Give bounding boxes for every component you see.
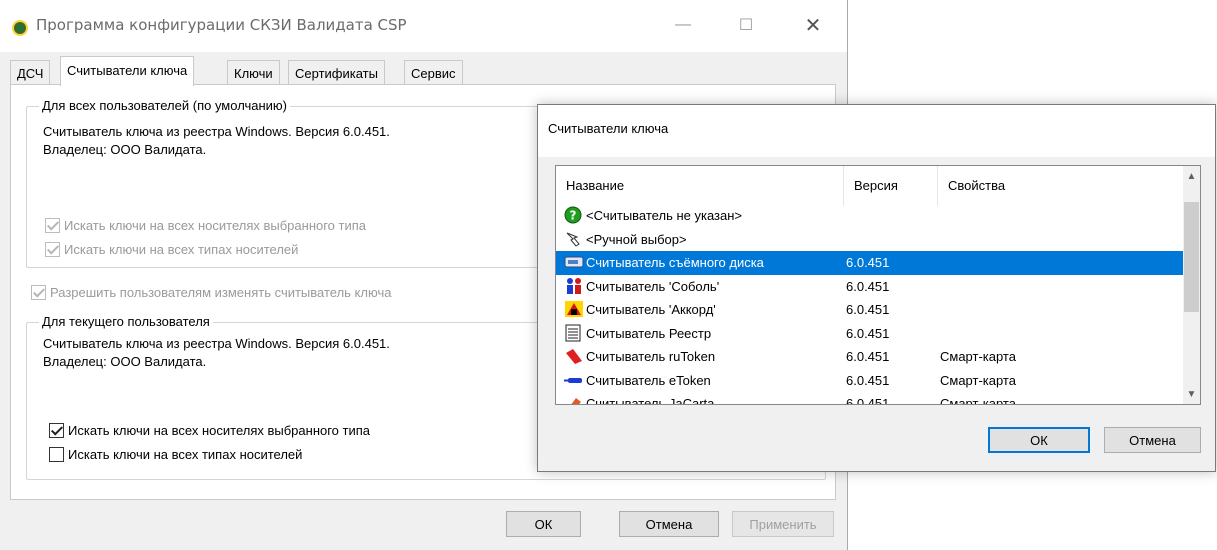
all-users-legend: Для всех пользователей (по умолчанию): [39, 98, 291, 113]
reader-name: Считыватель съёмного диска: [586, 255, 764, 270]
disk-icon: [564, 253, 584, 271]
all-users-owner-line: Владелец: ООО Валидата.: [43, 142, 207, 157]
all-users-search-selected-checkbox[interactable]: Искать ключи на всех носителях выбранног…: [45, 218, 366, 233]
reader-version: 6.0.451: [846, 372, 890, 388]
reader-name: Считыватель JaCarta: [586, 396, 715, 405]
reader-list-item[interactable]: Считыватель 'Соболь' 6.0.451: [556, 275, 1186, 299]
column-header-props[interactable]: Свойства: [938, 166, 1186, 206]
checkbox-box: [49, 423, 64, 438]
dialog-cancel-button[interactable]: Отмена: [1104, 427, 1201, 453]
current-user-search-all-checkbox[interactable]: Искать ключи на всех типах носителей: [49, 447, 302, 462]
reader-list-item[interactable]: Считыватель съёмного диска 6.0.451: [556, 251, 1186, 275]
etoken-icon: [564, 371, 584, 389]
listview-scrollbar[interactable]: ▲ ▼: [1183, 166, 1200, 404]
reader-version: 6.0.451: [846, 325, 890, 341]
jacarta-icon: [564, 394, 584, 404]
listview-rows: ? <Считыватель не указан> <Ручной выбор> Сч…: [556, 204, 1186, 405]
app-shield-icon: [12, 20, 28, 36]
tab-certificates[interactable]: Сертификаты: [288, 60, 385, 85]
reader-version: 6.0.451: [846, 278, 890, 294]
allow-change-reader-checkbox[interactable]: Разрешить пользователям изменять считыва…: [31, 285, 391, 300]
checkbox-box: [45, 242, 60, 257]
current-user-search-selected-checkbox[interactable]: Искать ключи на всех носителях выбранног…: [49, 423, 370, 438]
minimize-icon[interactable]: —: [660, 10, 706, 40]
all-users-reader-line: Считыватель ключа из реестра Windows. Ве…: [43, 124, 390, 139]
reader-properties: Смарт-карта: [940, 396, 1016, 405]
tab-key-readers[interactable]: Считыватели ключа: [60, 56, 195, 86]
current-user-reader-line: Считыватель ключа из реестра Windows. Ве…: [43, 336, 390, 351]
sobol-icon: [564, 277, 584, 295]
checkbox-label: Искать ключи на всех носителях выбранног…: [68, 423, 371, 438]
reader-version: 6.0.451: [846, 302, 890, 317]
reader-list-item[interactable]: Считыватель Реестр 6.0.451: [556, 322, 1186, 346]
svg-text:?: ?: [570, 209, 577, 223]
reader-name: <Ручной выбор>: [586, 231, 687, 247]
reader-version: 6.0.451: [846, 255, 890, 270]
window-title: Программа конфигурации СКЗИ Валидата CSP: [36, 16, 407, 34]
rutoken-icon: [564, 347, 584, 365]
reader-name: Считыватель 'Аккорд': [586, 302, 716, 317]
checkbox-box: [31, 285, 46, 300]
reader-properties: Смарт-карта: [940, 372, 1016, 388]
reader-version: 6.0.451: [846, 396, 890, 405]
scrollbar-thumb[interactable]: [1184, 202, 1199, 312]
hand-pointer-icon: [564, 230, 584, 248]
dialog-ok-button[interactable]: ОК: [988, 427, 1090, 453]
reader-list-item[interactable]: Считыватель JaCarta 6.0.451 Смарт-карта: [556, 392, 1186, 405]
reader-list-item[interactable]: Считыватель eToken 6.0.451 Смарт-карта: [556, 369, 1186, 393]
registry-icon: [564, 324, 584, 342]
reader-name: Считыватель Реестр: [586, 325, 712, 341]
checkbox-box: [45, 218, 60, 233]
reader-name: Считыватель eToken: [586, 372, 711, 388]
current-user-owner-line: Владелец: ООО Валидата.: [43, 354, 207, 369]
reader-name: <Считыватель не указан>: [586, 208, 742, 223]
column-header-name[interactable]: Название: [556, 166, 844, 206]
reader-version: 6.0.451: [846, 349, 890, 364]
current-user-legend: Для текущего пользователя: [39, 314, 213, 329]
checkbox-label: Искать ключи на всех носителях выбранног…: [64, 218, 367, 233]
reader-list-item[interactable]: Считыватель ruToken 6.0.451 Смарт-карта: [556, 345, 1186, 369]
checkbox-label: Искать ключи на всех типах носителей: [68, 447, 303, 462]
tab-service[interactable]: Сервис: [404, 60, 463, 85]
dialog-title: Считыватели ключа: [548, 121, 669, 136]
main-ok-button[interactable]: ОК: [506, 511, 581, 537]
checkbox-box: [49, 447, 64, 462]
key-readers-dialog: Считыватели ключа Название Версия Свойст…: [537, 104, 1216, 472]
main-apply-button[interactable]: Применить: [732, 511, 834, 537]
listview-header: Название Версия Свойства: [556, 166, 1186, 206]
reader-name: Считыватель ruToken: [586, 349, 716, 364]
column-header-version[interactable]: Версия: [844, 166, 938, 206]
reader-list-item[interactable]: <Ручной выбор>: [556, 228, 1186, 252]
dialog-title-bar: Считыватели ключа: [538, 105, 1215, 157]
reader-list-item[interactable]: Считыватель 'Аккорд' 6.0.451: [556, 298, 1186, 322]
reader-list-item[interactable]: ? <Считыватель не указан>: [556, 204, 1186, 228]
readers-listview[interactable]: Название Версия Свойства ? <Считыватель н…: [555, 165, 1201, 405]
reader-name: Считыватель 'Соболь': [586, 278, 720, 294]
accord-icon: [564, 300, 584, 318]
checkbox-label: Искать ключи на всех типах носителей: [64, 242, 299, 257]
title-bar: Программа конфигурации СКЗИ Валидата CSP…: [0, 0, 847, 52]
scroll-up-icon[interactable]: ▲: [1183, 168, 1200, 185]
reader-properties: Смарт-карта: [940, 349, 1016, 364]
tab-keys[interactable]: Ключи: [227, 60, 280, 85]
scroll-down-icon[interactable]: ▼: [1183, 386, 1200, 403]
tab-dsch[interactable]: ДСЧ: [10, 60, 51, 85]
all-users-search-all-checkbox[interactable]: Искать ключи на всех типах носителей: [45, 242, 298, 257]
main-cancel-button[interactable]: Отмена: [619, 511, 719, 537]
question-icon: ?: [564, 206, 584, 224]
close-icon[interactable]: ✕: [790, 10, 836, 40]
checkbox-label: Разрешить пользователям изменять считыва…: [50, 285, 392, 300]
maximize-icon[interactable]: ☐: [723, 10, 769, 40]
